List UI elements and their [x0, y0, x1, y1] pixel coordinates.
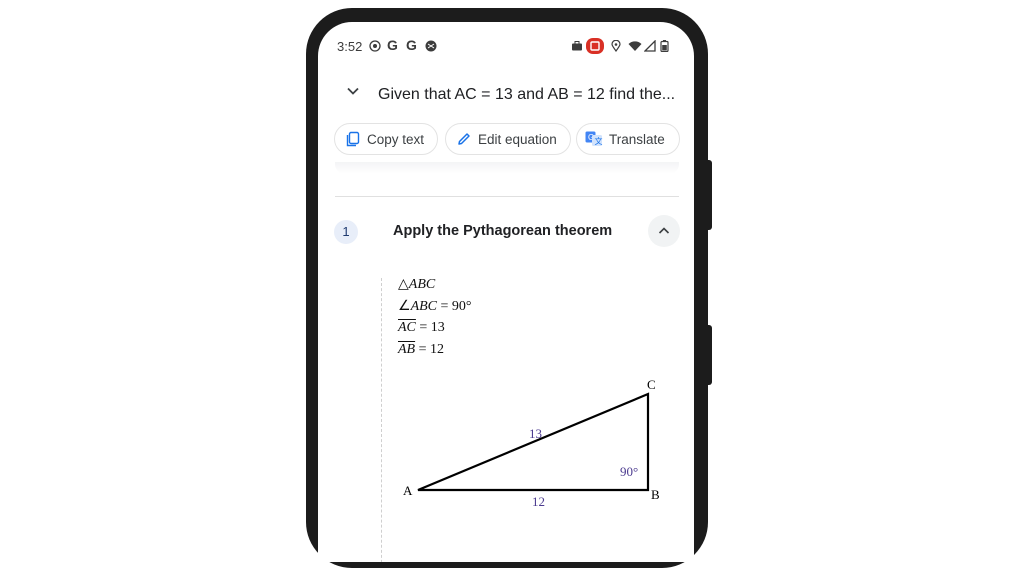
- app-notification-icon: [425, 40, 437, 52]
- location-icon: [611, 40, 621, 52]
- battery-icon: [660, 40, 669, 52]
- google-notification-icon-2: G: [406, 37, 417, 53]
- chevron-up-icon: [658, 227, 670, 234]
- given-angle: ∠ABC = 90°: [398, 298, 472, 315]
- google-notification-icon: G: [387, 37, 398, 53]
- chevron-down-icon[interactable]: [346, 84, 360, 98]
- record-status-icon: [369, 40, 381, 52]
- edit-equation-label: Edit equation: [478, 131, 557, 147]
- angle-value: = 90°: [437, 299, 472, 314]
- triangle-symbol: △: [398, 277, 409, 292]
- power-button: [707, 325, 712, 385]
- segment-ab: AB: [398, 342, 416, 357]
- phone-screen: 3:52 G G Given that AC = 13 and AB = 12 …: [318, 22, 694, 562]
- given-ab: AB = 12: [398, 342, 444, 358]
- recording-icon: [586, 38, 604, 54]
- vertex-c-label: C: [647, 377, 656, 392]
- collapse-step-button[interactable]: [648, 215, 680, 247]
- triangle-name: ABC: [408, 277, 436, 292]
- query-text[interactable]: Given that AC = 13 and AB = 12 find the.…: [378, 86, 675, 104]
- briefcase-icon: [572, 41, 582, 51]
- translate-button[interactable]: G 文 Translate: [576, 123, 680, 155]
- signal-icon: [644, 40, 656, 52]
- vertex-a-label: A: [403, 483, 413, 498]
- svg-text:文: 文: [595, 136, 603, 146]
- vertex-b-label: B: [651, 487, 660, 502]
- given-ac: AC = 13: [398, 320, 445, 336]
- volume-button: [707, 160, 712, 230]
- side-ab-label: 12: [532, 494, 545, 509]
- step-guide-line: [381, 278, 382, 562]
- pencil-icon: [458, 133, 470, 145]
- translate-label: Translate: [609, 131, 665, 147]
- divider: [335, 196, 679, 197]
- ab-value: = 12: [415, 342, 445, 357]
- angle-name: ABC: [410, 299, 438, 314]
- edit-equation-button[interactable]: Edit equation: [445, 123, 571, 155]
- wifi-icon: [628, 41, 642, 51]
- status-time: 3:52: [337, 39, 363, 54]
- copy-text-label: Copy text: [367, 131, 425, 147]
- card-edge: [335, 162, 679, 174]
- step-number: 1: [334, 220, 358, 244]
- angle-symbol: ∠: [398, 299, 411, 314]
- segment-ac: AC: [398, 320, 416, 335]
- triangle-shape: [417, 392, 650, 492]
- copy-icon: [346, 131, 360, 147]
- translate-icon: G 文: [585, 131, 603, 146]
- given-triangle: △ABC: [398, 276, 435, 293]
- ac-value: = 13: [415, 320, 445, 335]
- status-bar: 3:52 G G: [318, 22, 694, 68]
- angle-b-label: 90°: [620, 464, 638, 479]
- side-ac-label: 13: [529, 426, 542, 441]
- triangle-figure: A B C 13 12 90°: [403, 377, 660, 509]
- copy-text-button[interactable]: Copy text: [334, 123, 438, 155]
- step-title[interactable]: Apply the Pythagorean theorem: [393, 223, 612, 239]
